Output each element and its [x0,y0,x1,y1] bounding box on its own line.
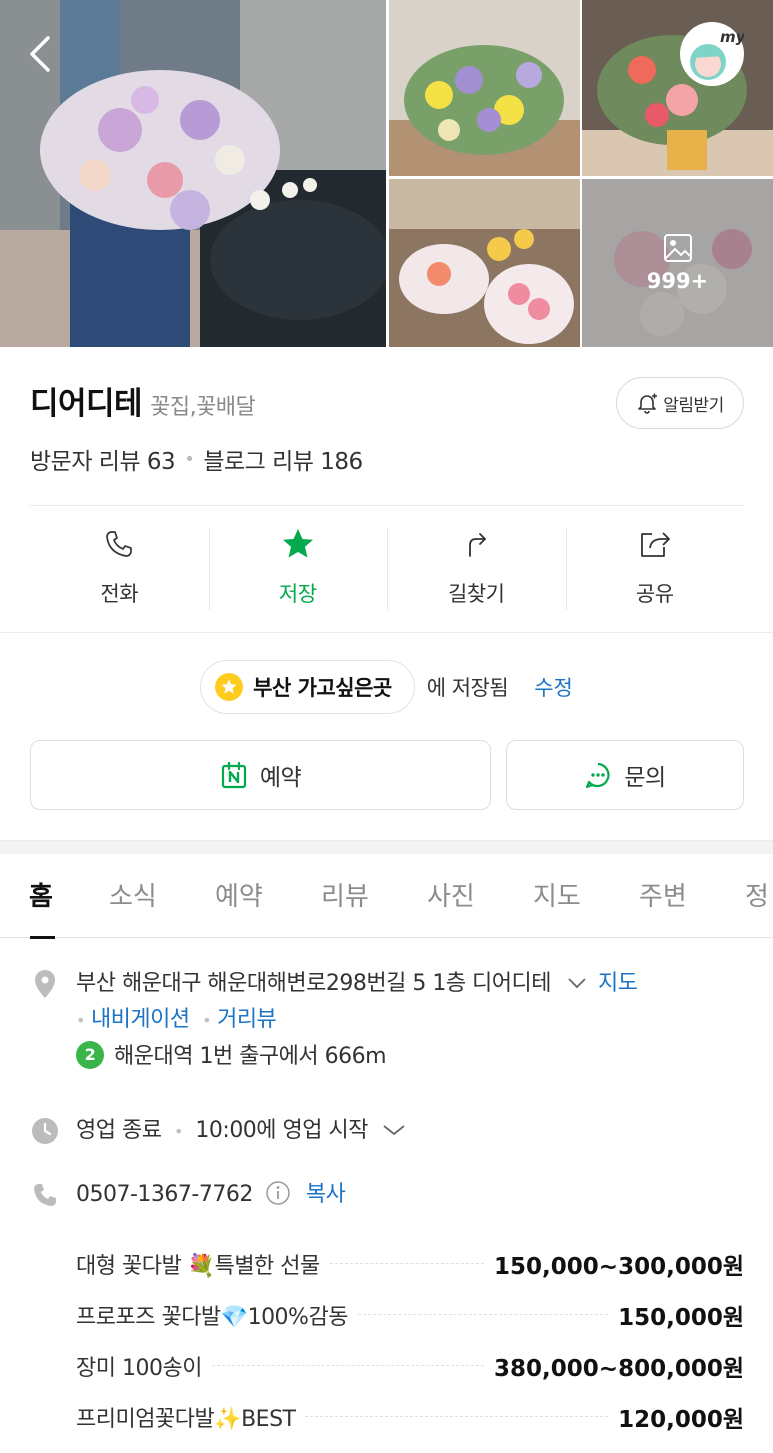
svg-text:my: my [720,28,744,46]
tab-reviews[interactable]: 리뷰 [321,876,369,913]
tab-nearby[interactable]: 주변 [639,876,687,913]
address-text[interactable]: 부산 해운대구 해운대해변로298번길 5 1층 디어디테 [76,971,552,996]
price-item[interactable]: 장미 100송이 380,000~800,000원 [30,1340,744,1391]
inquire-label: 문의 [624,765,666,791]
navigation-link[interactable]: 내비게이션 [91,1007,190,1032]
more-photos-button[interactable]: 999+ [582,179,773,347]
section-separator [0,840,773,854]
dotted-leader [305,1416,609,1417]
phone-icon [34,1184,56,1206]
price-menu: 대형 꽃다발 💐특별한 선물 150,000~300,000원 프로포즈 꽃다발… [30,1238,744,1442]
location-pin-icon [35,970,55,998]
share-icon [640,532,670,557]
photo-thumbnail[interactable] [582,0,773,176]
divider [30,505,744,506]
call-label: 전화 [100,582,139,606]
photo-thumbnail[interactable] [389,179,580,347]
map-link[interactable]: 지도 [598,971,638,996]
dotted-leader [357,1314,609,1315]
share-action[interactable]: 공유 [565,524,745,614]
place-category: 꽃집,꽃배달 [150,395,256,420]
price-item-name: 프로포즈 꽃다발💎100%감동 [30,1298,348,1331]
tab-bar: 홈 소식 예약 리뷰 사진 지도 주변 정 [0,854,773,939]
dotted-leader [211,1365,485,1366]
chevron-down-icon[interactable] [566,976,588,990]
separator-dot: • [173,1122,183,1141]
info-icon[interactable] [265,1180,291,1206]
tab-home[interactable]: 홈 [29,876,53,913]
image-icon [663,234,692,262]
hours-detail: 10:00에 영업 시작 [195,1118,368,1143]
clock-icon [32,1118,58,1144]
hours-row[interactable]: 영업 종료 • 10:00에 영업 시작 [30,1113,407,1150]
saved-list-row: 부산 가고싶은곳 에 저장됨 수정 [0,660,773,714]
directions-icon [469,533,487,557]
photo-gallery: 999+ my [0,0,773,347]
bell-plus-icon [638,393,658,414]
naver-booking-icon [221,761,246,789]
photo-thumbnail[interactable] [389,0,580,176]
back-button[interactable] [22,32,62,76]
saved-list-name: 부산 가고싶은곳 [253,676,392,700]
price-item[interactable]: 프리미엄꽃다발✨BEST 120,000원 [30,1391,744,1442]
directions-label: 길찾기 [448,582,505,606]
hours-status: 영업 종료 [76,1118,162,1143]
price-item[interactable]: 프로포즈 꽃다발💎100%감동 150,000원 [30,1289,744,1340]
separator-dot: • [76,1011,85,1030]
active-tab-indicator [30,936,55,939]
price-item-name: 대형 꽃다발 💐특별한 선물 [30,1247,320,1280]
inquire-button[interactable]: 문의 [506,740,744,810]
tab-info[interactable]: 정 [745,876,769,913]
avatar-icon: my [682,24,747,84]
price-item-value: 150,000~300,000원 [494,1253,744,1280]
tab-reserve[interactable]: 예약 [215,876,263,913]
notify-label: 알림받기 [663,395,724,416]
subway-line-badge: 2 [76,1041,104,1069]
separator-dot: • [202,1011,212,1030]
place-title-row: 디어디테 꽃집,꽃배달 [30,378,256,423]
address-row: 부산 해운대구 해운대해변로298번길 5 1층 디어디테 지도 • 내비게이션 … [30,966,736,1075]
chevron-down-icon[interactable] [381,1123,407,1137]
photo-count: 999+ [646,269,709,293]
place-name: 디어디테 [30,386,143,422]
save-label: 저장 [278,582,317,606]
chevron-left-icon [30,36,50,72]
price-item-name: 프리미엄꽃다발✨BEST [30,1400,296,1433]
price-item-value: 150,000원 [618,1304,744,1331]
edit-saved-button[interactable]: 수정 [534,672,573,702]
tab-news[interactable]: 소식 [109,876,157,913]
price-item-value: 120,000원 [618,1406,744,1433]
dotted-leader [329,1263,485,1264]
phone-icon [106,531,133,557]
price-item[interactable]: 대형 꽃다발 💐특별한 선물 150,000~300,000원 [30,1238,744,1289]
phone-row: 0507-1367-7762 복사 [30,1177,346,1213]
call-action[interactable]: 전화 [30,524,209,614]
phone-number[interactable]: 0507-1367-7762 [76,1182,253,1207]
reserve-label: 예약 [259,765,302,791]
copy-phone-button[interactable]: 복사 [306,1182,346,1207]
star-badge-icon [215,673,244,701]
subway-distance: 해운대역 1번 출구에서 666m [114,1044,387,1069]
notify-button[interactable]: 알림받기 [616,377,744,429]
reserve-button[interactable]: 예약 [30,740,491,810]
blog-reviews-link[interactable]: 블로그 리뷰 186 [203,442,363,476]
visitor-reviews-link[interactable]: 방문자 리뷰 63 [30,442,176,476]
price-item-name: 장미 100송이 [30,1349,202,1382]
tab-photos[interactable]: 사진 [427,876,475,913]
divider [0,632,773,633]
chat-bubble-icon [586,762,610,789]
star-icon [282,529,313,558]
action-bar: 전화 저장 길찾기 공유 [30,524,744,614]
my-profile-avatar[interactable]: my [680,22,747,86]
tab-map[interactable]: 지도 [533,876,581,913]
directions-action[interactable]: 길찾기 [387,524,566,614]
saved-suffix: 에 저장됨 [426,676,509,700]
review-summary: 방문자 리뷰 63 • 블로그 리뷰 186 [30,442,363,476]
saved-list-pill[interactable]: 부산 가고싶은곳 [200,660,415,714]
share-label: 공유 [635,582,674,606]
save-action[interactable]: 저장 [208,524,388,614]
street-view-link[interactable]: 거리뷰 [217,1007,277,1032]
separator-dot: • [184,448,195,470]
price-item-value: 380,000~800,000원 [494,1355,744,1382]
